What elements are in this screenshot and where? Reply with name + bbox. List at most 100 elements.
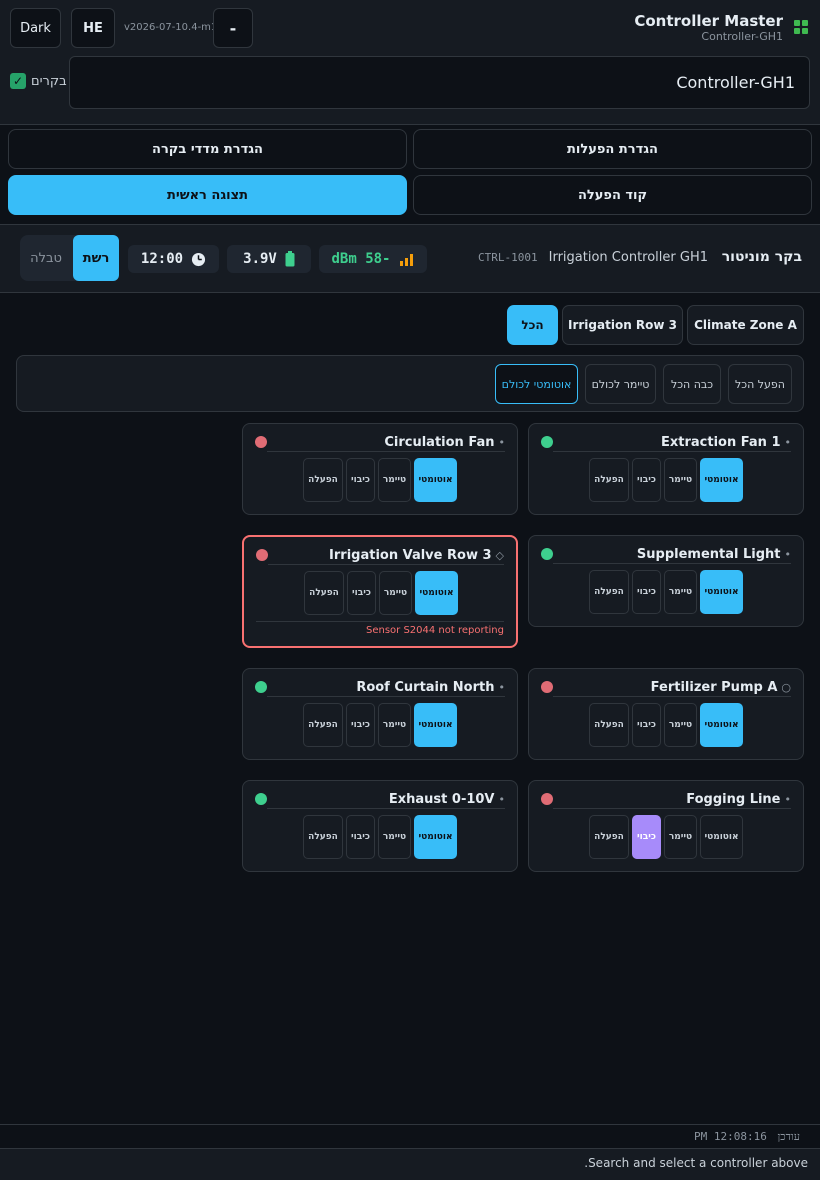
monitor-controller-id: CTRL-1001: [478, 251, 538, 264]
app-version: v2026-07-10.4-m16: [124, 22, 224, 33]
mode-selector: הפעלה כיבוי טיימר אוטומטי: [303, 458, 457, 502]
card-divider: [553, 563, 791, 564]
mode-timer-button[interactable]: טיימר: [378, 458, 411, 502]
status-dot-icon: [541, 548, 553, 560]
mode-timer-button[interactable]: טיימר: [378, 703, 411, 747]
mode-timer-button[interactable]: טיימר: [664, 815, 697, 859]
card-divider: [267, 451, 505, 452]
mode-selector: הפעלה כיבוי טיימר אוטומטי: [589, 458, 743, 502]
language-button[interactable]: HE: [71, 8, 115, 48]
device-type-marker: •: [498, 681, 506, 694]
status-dot-icon: [541, 681, 553, 693]
mode-timer-button[interactable]: טיימר: [664, 703, 697, 747]
mode-selector: הפעלה כיבוי טיימר אוטומטי: [303, 703, 457, 747]
device-card: Supplemental Light • הפעלה כיבוי טיימר אוטומט…: [528, 535, 804, 627]
mode-off-button[interactable]: כיבוי: [632, 703, 661, 747]
controller-search-input[interactable]: [69, 56, 810, 109]
monitor-status-bar: בקר מוניטור Irrigation Controller GH1 CT…: [0, 224, 820, 293]
device-card: Roof Curtain North • הפעלה כיבוי טיימר אוטומט…: [242, 668, 518, 760]
nav-meter-setup-button[interactable]: הגדרת מדדי בקרה: [8, 129, 407, 169]
device-name: Fogging Line •: [686, 792, 791, 807]
theme-toggle-button[interactable]: Dark: [10, 8, 61, 48]
mode-off-button[interactable]: כיבוי: [632, 458, 661, 502]
controllers-checkbox[interactable]: בקרים ✓: [10, 73, 67, 89]
mode-on-button[interactable]: הפעלה: [303, 703, 343, 747]
status-dot-icon: [541, 793, 553, 805]
mode-off-button[interactable]: כיבוי: [632, 815, 661, 859]
device-type-marker: •: [784, 793, 792, 806]
nav-actuation-setup-button[interactable]: הגדרת הפעלות: [413, 129, 812, 169]
group-tab-all[interactable]: הכל: [507, 305, 558, 345]
mode-timer-button[interactable]: טיימר: [664, 570, 697, 614]
mode-on-button[interactable]: הפעלה: [303, 458, 343, 502]
app-subtitle: Controller-GH1: [701, 30, 783, 43]
mode-auto-button[interactable]: אוטומטי: [700, 815, 743, 859]
last-updated: עודכן 12:08:16 PM: [694, 1130, 800, 1143]
device-type-marker: ◇: [495, 549, 504, 562]
device-name: Circulation Fan •: [384, 435, 505, 450]
mode-auto-button[interactable]: אוטומטי: [414, 703, 457, 747]
mode-on-button[interactable]: הפעלה: [303, 815, 343, 859]
mode-on-button[interactable]: הפעלה: [589, 458, 629, 502]
mode-on-button[interactable]: הפעלה: [304, 571, 344, 615]
card-divider: [553, 696, 791, 697]
nav-main-view-button[interactable]: תצוגה ראשית: [8, 175, 407, 215]
group-tab-climate-zone-a[interactable]: Climate Zone A: [687, 305, 804, 345]
mode-auto-button[interactable]: אוטומטי: [415, 571, 458, 615]
mode-on-button[interactable]: הפעלה: [589, 815, 629, 859]
mode-timer-button[interactable]: טיימר: [378, 815, 411, 859]
device-name-text: Exhaust 0-10V: [388, 792, 495, 807]
device-card: Fertilizer Pump A ○ הפעלה כיבוי טיימר אוטומטי: [528, 668, 804, 760]
device-name: Roof Curtain North •: [356, 680, 505, 695]
mode-timer-button[interactable]: טיימר: [664, 458, 697, 502]
card-divider: [267, 808, 505, 809]
view-table-button[interactable]: טבלה: [20, 235, 72, 281]
last-updated-label: עודכן: [777, 1130, 800, 1143]
bulk-actions-panel: הפעל הכל כבה הכל טיימר לכולם אוטומטי לכו…: [16, 355, 804, 412]
last-updated-time: 12:08:16 PM: [694, 1130, 767, 1143]
mode-off-button[interactable]: כיבוי: [346, 815, 375, 859]
mode-off-button[interactable]: כיבוי: [346, 703, 375, 747]
device-error-message: Sensor S2044 not reporting: [366, 625, 504, 636]
card-divider: [553, 451, 791, 452]
minus-button[interactable]: -: [213, 8, 253, 48]
bulk-all-on-button[interactable]: הפעל הכל: [728, 364, 792, 404]
nav-activation-code-button[interactable]: קוד הפעלה: [413, 175, 812, 215]
bulk-all-auto-button[interactable]: אוטומטי לכולם: [495, 364, 578, 404]
device-name: Extraction Fan 1 •: [661, 435, 791, 450]
group-tab-irrigation-row-3[interactable]: Irrigation Row 3: [562, 305, 683, 345]
device-card: Extraction Fan 1 • הפעלה כיבוי טיימר אוטומטי: [528, 423, 804, 515]
device-name: Fertilizer Pump A ○: [651, 680, 791, 695]
checkmark-icon[interactable]: ✓: [10, 73, 26, 89]
view-grid-button[interactable]: רשת: [73, 235, 119, 281]
controllers-checkbox-label: בקרים: [31, 73, 67, 89]
mode-on-button[interactable]: הפעלה: [589, 570, 629, 614]
status-dot-icon: [255, 436, 267, 448]
mode-auto-button[interactable]: אוטומטי: [700, 570, 743, 614]
bulk-all-off-button[interactable]: כבה הכל: [663, 364, 721, 404]
mode-off-button[interactable]: כיבוי: [632, 570, 661, 614]
mode-auto-button[interactable]: אוטומטי: [414, 815, 457, 859]
device-name-text: Extraction Fan 1: [661, 435, 781, 450]
status-dot-icon: [255, 793, 267, 805]
device-card: Circulation Fan • הפעלה כיבוי טיימר אוטומטי: [242, 423, 518, 515]
device-card: Irrigation Valve Row 3 ◇ הפעלה כיבוי טיימר או…: [242, 535, 518, 648]
status-dot-icon: [541, 436, 553, 448]
mode-auto-button[interactable]: אוטומטי: [414, 458, 457, 502]
device-name-text: Supplemental Light: [636, 547, 781, 562]
mode-timer-button[interactable]: טיימר: [379, 571, 412, 615]
card-divider: [553, 808, 791, 809]
clock-value: 12:00: [140, 251, 184, 267]
mode-auto-button[interactable]: אוטומטי: [700, 703, 743, 747]
top-header: Dark HE v2026-07-10.4-m16 - Controller M…: [0, 0, 820, 125]
bulk-all-timer-button[interactable]: טיימר לכולם: [585, 364, 656, 404]
mode-on-button[interactable]: הפעלה: [589, 703, 629, 747]
mode-off-button[interactable]: כיבוי: [347, 571, 376, 615]
clock-pill: 12:00: [128, 245, 219, 273]
battery-icon: [285, 251, 295, 267]
device-name-text: Circulation Fan: [384, 435, 495, 450]
signal-value: dBm 58-: [331, 251, 391, 267]
mode-off-button[interactable]: כיבוי: [346, 458, 375, 502]
mode-auto-button[interactable]: אוטומטי: [700, 458, 743, 502]
device-name-text: Roof Curtain North: [356, 680, 495, 695]
